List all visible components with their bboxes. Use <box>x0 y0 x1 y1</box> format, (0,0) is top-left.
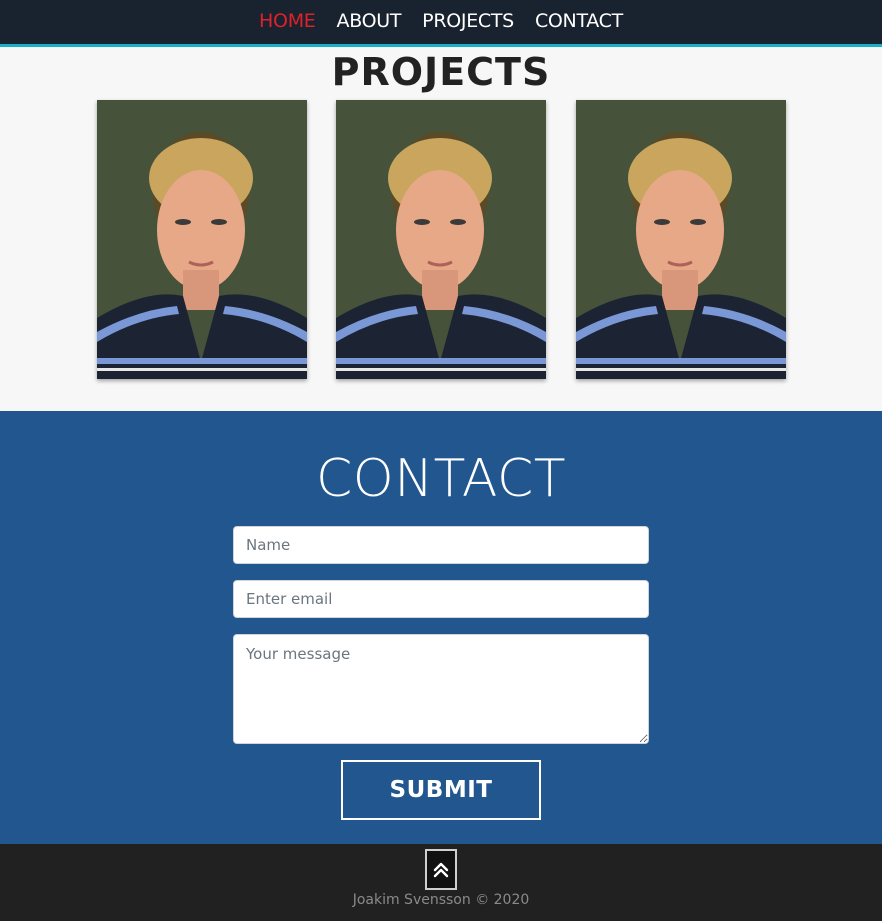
message-field[interactable] <box>233 634 649 744</box>
projects-title: PROJECTS <box>331 50 551 94</box>
navbar: HOME ABOUT PROJECTS CONTACT <box>0 0 882 47</box>
submit-button[interactable]: SUBMIT <box>341 760 541 820</box>
name-field[interactable] <box>233 526 649 564</box>
project-card-2[interactable] <box>336 100 546 379</box>
nav-link-about[interactable]: ABOUT <box>337 10 402 32</box>
portrait-photo <box>576 100 786 379</box>
portrait-photo <box>336 100 546 379</box>
nav-links: HOME ABOUT PROJECTS CONTACT <box>259 10 623 32</box>
double-chevron-up-icon <box>433 862 449 877</box>
projects-section: PROJECTS <box>0 47 882 411</box>
back-to-top-button[interactable] <box>425 849 457 890</box>
footer-copyright: Joakim Svensson © 2020 <box>352 892 530 908</box>
nav-link-contact[interactable]: CONTACT <box>535 10 623 32</box>
contact-section: CONTACT SUBMIT <box>0 411 882 844</box>
project-card-1[interactable] <box>97 100 307 379</box>
contact-title: CONTACT <box>315 449 567 509</box>
email-field[interactable] <box>233 580 649 618</box>
footer: Joakim Svensson © 2020 <box>0 844 882 921</box>
nav-link-home[interactable]: HOME <box>259 10 316 32</box>
project-card-3[interactable] <box>576 100 786 379</box>
portrait-photo <box>97 100 307 379</box>
nav-link-projects[interactable]: PROJECTS <box>422 10 514 32</box>
